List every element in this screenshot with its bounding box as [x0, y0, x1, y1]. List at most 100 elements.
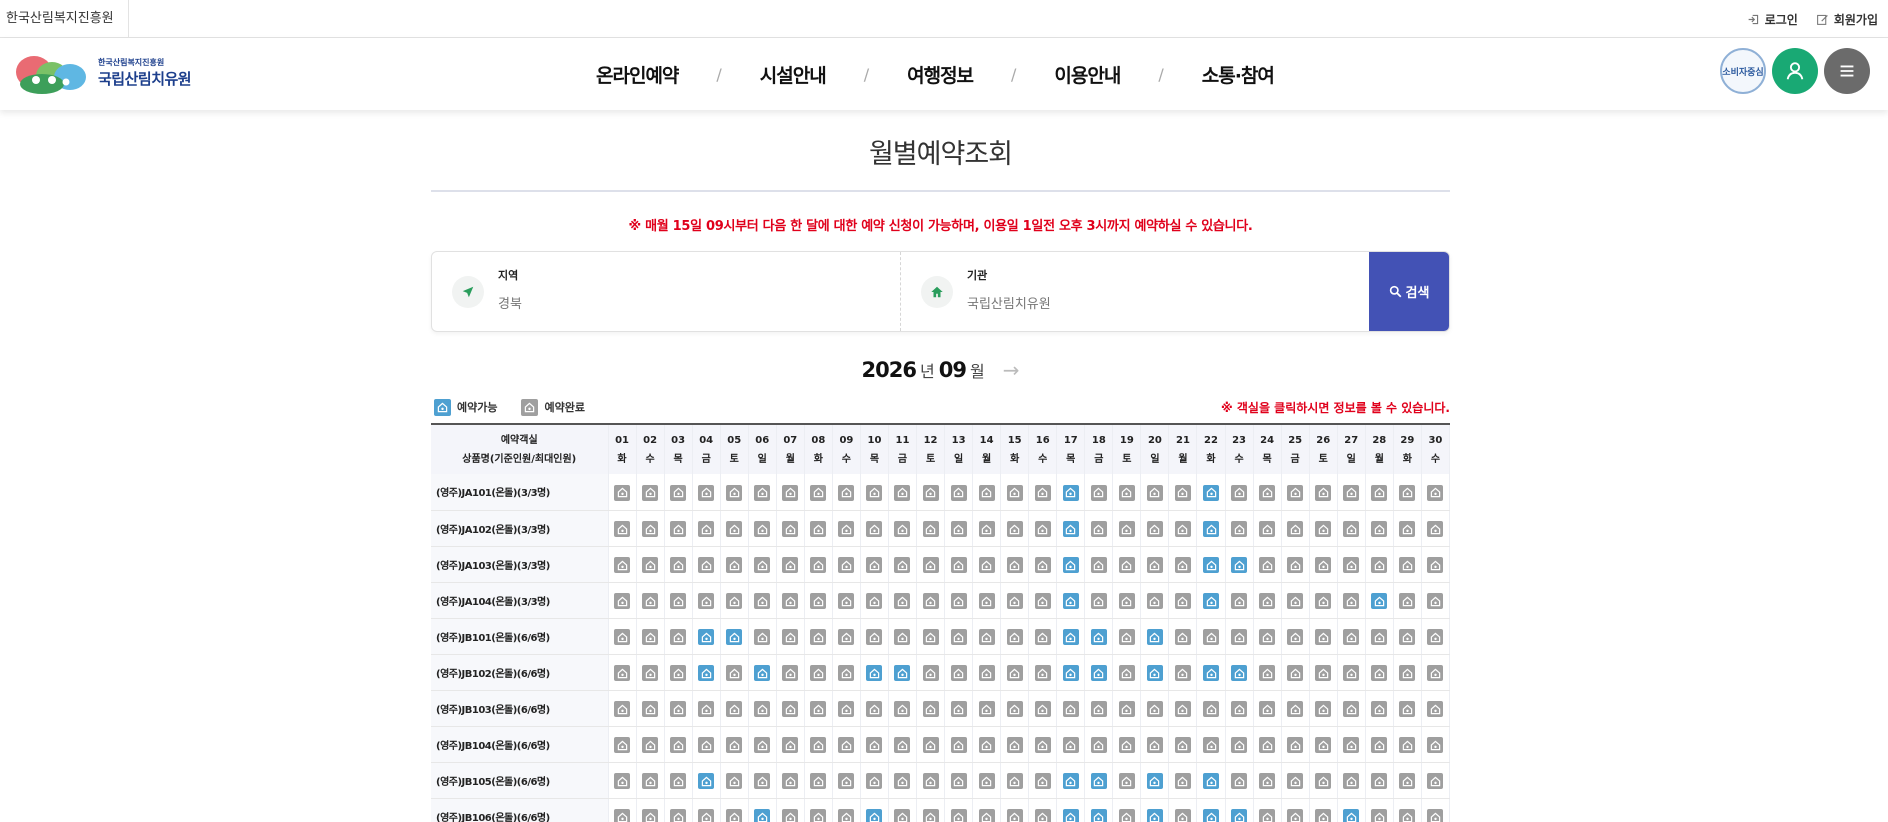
completed-house-icon[interactable]	[614, 521, 631, 537]
available-house-icon[interactable]	[1062, 629, 1079, 645]
completed-house-icon[interactable]	[1287, 773, 1304, 789]
completed-house-icon[interactable]	[1034, 737, 1051, 753]
completed-house-icon[interactable]	[1118, 484, 1135, 501]
completed-house-icon[interactable]	[866, 557, 883, 573]
completed-house-icon[interactable]	[838, 557, 855, 573]
completed-house-icon[interactable]	[1315, 629, 1332, 645]
completed-house-icon[interactable]	[1343, 521, 1360, 537]
completed-house-icon[interactable]	[1371, 629, 1388, 645]
completed-house-icon[interactable]	[782, 484, 799, 501]
available-house-icon[interactable]	[1090, 809, 1107, 822]
completed-house-icon[interactable]	[1034, 557, 1051, 573]
completed-house-icon[interactable]	[1174, 809, 1191, 822]
completed-house-icon[interactable]	[922, 773, 939, 789]
completed-house-icon[interactable]	[1371, 737, 1388, 753]
room-name[interactable]: (영주)JB101(온돌)(6/6명)	[431, 618, 609, 655]
completed-house-icon[interactable]	[698, 809, 715, 822]
completed-house-icon[interactable]	[1427, 701, 1444, 717]
completed-house-icon[interactable]	[1034, 593, 1051, 609]
completed-house-icon[interactable]	[670, 737, 687, 753]
completed-house-icon[interactable]	[894, 701, 911, 717]
completed-house-icon[interactable]	[1399, 809, 1416, 822]
completed-house-icon[interactable]	[1231, 629, 1248, 645]
completed-house-icon[interactable]	[614, 629, 631, 645]
completed-house-icon[interactable]	[922, 629, 939, 645]
completed-house-icon[interactable]	[670, 484, 687, 501]
completed-house-icon[interactable]	[1034, 701, 1051, 717]
completed-house-icon[interactable]	[810, 593, 827, 609]
completed-house-icon[interactable]	[1427, 665, 1444, 681]
completed-house-icon[interactable]	[754, 521, 771, 537]
completed-house-icon[interactable]	[922, 701, 939, 717]
available-house-icon[interactable]	[754, 665, 771, 681]
available-house-icon[interactable]	[1231, 665, 1248, 681]
completed-house-icon[interactable]	[1259, 593, 1276, 609]
completed-house-icon[interactable]	[810, 629, 827, 645]
completed-house-icon[interactable]	[614, 665, 631, 681]
completed-house-icon[interactable]	[1174, 629, 1191, 645]
completed-house-icon[interactable]	[1118, 557, 1135, 573]
completed-house-icon[interactable]	[810, 484, 827, 501]
site-logo[interactable]: 한국산림복지진흥원 국립산림치유원	[12, 50, 192, 96]
completed-house-icon[interactable]	[1259, 521, 1276, 537]
available-house-icon[interactable]	[1062, 665, 1079, 681]
completed-house-icon[interactable]	[866, 593, 883, 609]
completed-house-icon[interactable]	[1399, 773, 1416, 789]
region-select[interactable]: 지역 경북	[432, 252, 900, 331]
completed-house-icon[interactable]	[950, 557, 967, 573]
completed-house-icon[interactable]	[1287, 484, 1304, 501]
completed-house-icon[interactable]	[1062, 737, 1079, 753]
completed-house-icon[interactable]	[978, 701, 995, 717]
completed-house-icon[interactable]	[838, 629, 855, 645]
available-house-icon[interactable]	[1203, 557, 1219, 573]
available-house-icon[interactable]	[1203, 665, 1219, 681]
completed-house-icon[interactable]	[726, 593, 743, 609]
completed-house-icon[interactable]	[950, 521, 967, 537]
completed-house-icon[interactable]	[1174, 701, 1191, 717]
completed-house-icon[interactable]	[1399, 665, 1416, 681]
completed-house-icon[interactable]	[894, 629, 911, 645]
completed-house-icon[interactable]	[782, 773, 799, 789]
completed-house-icon[interactable]	[950, 701, 967, 717]
available-house-icon[interactable]	[1231, 557, 1248, 573]
completed-house-icon[interactable]	[1315, 521, 1332, 537]
completed-house-icon[interactable]	[978, 593, 995, 609]
room-name[interactable]: (영주)JB105(온돌)(6/6명)	[431, 762, 609, 799]
completed-house-icon[interactable]	[1231, 484, 1248, 501]
completed-house-icon[interactable]	[1343, 629, 1360, 645]
completed-house-icon[interactable]	[1399, 521, 1416, 537]
completed-house-icon[interactable]	[978, 629, 995, 645]
available-house-icon[interactable]	[1146, 665, 1163, 681]
completed-house-icon[interactable]	[866, 521, 883, 537]
available-house-icon[interactable]	[1062, 521, 1079, 537]
completed-house-icon[interactable]	[642, 557, 659, 573]
completed-house-icon[interactable]	[1259, 737, 1276, 753]
room-name[interactable]: (영주)JB104(온돌)(6/6명)	[431, 726, 609, 763]
completed-house-icon[interactable]	[1034, 809, 1051, 822]
completed-house-icon[interactable]	[1146, 737, 1163, 753]
completed-house-icon[interactable]	[642, 521, 659, 537]
completed-house-icon[interactable]	[1427, 773, 1444, 789]
completed-house-icon[interactable]	[726, 484, 743, 501]
completed-house-icon[interactable]	[978, 809, 995, 822]
nav-community[interactable]: 소통·참여	[1202, 61, 1275, 88]
completed-house-icon[interactable]	[922, 557, 939, 573]
completed-house-icon[interactable]	[614, 809, 631, 822]
completed-house-icon[interactable]	[1371, 557, 1388, 573]
completed-house-icon[interactable]	[670, 521, 687, 537]
completed-house-icon[interactable]	[642, 665, 659, 681]
completed-house-icon[interactable]	[698, 593, 715, 609]
available-house-icon[interactable]	[1146, 629, 1163, 645]
completed-house-icon[interactable]	[1006, 629, 1023, 645]
completed-house-icon[interactable]	[698, 521, 715, 537]
completed-house-icon[interactable]	[782, 665, 799, 681]
completed-house-icon[interactable]	[1146, 521, 1163, 537]
completed-house-icon[interactable]	[614, 701, 631, 717]
completed-house-icon[interactable]	[1231, 737, 1248, 753]
completed-house-icon[interactable]	[1399, 557, 1416, 573]
completed-house-icon[interactable]	[1287, 737, 1304, 753]
completed-house-icon[interactable]	[1371, 484, 1388, 501]
available-house-icon[interactable]	[1203, 484, 1219, 501]
completed-house-icon[interactable]	[1399, 593, 1416, 609]
completed-house-icon[interactable]	[1287, 665, 1304, 681]
